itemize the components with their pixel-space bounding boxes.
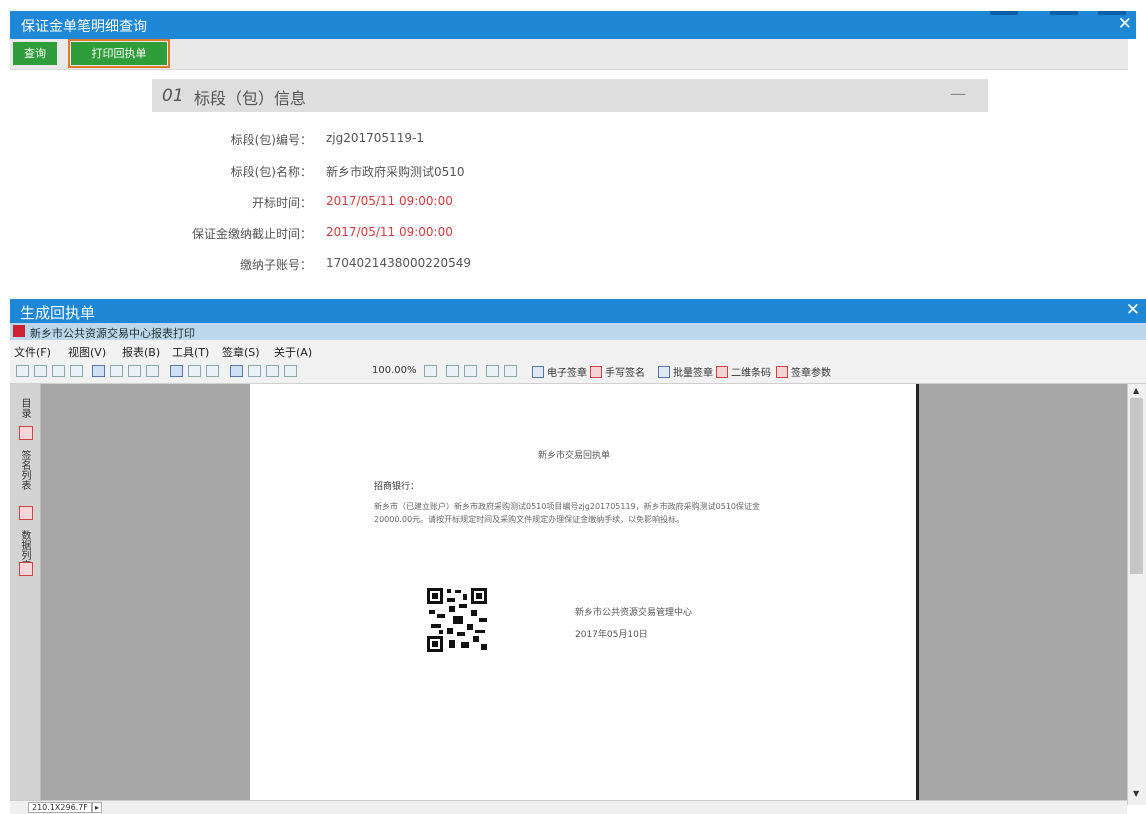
fit-width-icon[interactable] xyxy=(266,365,279,377)
document-viewer: 新乡市交易回执单 招商银行： 新乡市（已建立账户）新乡市政府采购测试0510项目… xyxy=(41,384,1127,805)
seal-params-button[interactable]: 签章参数 xyxy=(776,364,831,379)
query-toolbar: 查询 打印回执单 xyxy=(10,39,1128,70)
stop-icon[interactable] xyxy=(206,365,219,377)
copy-icon[interactable] xyxy=(146,365,159,377)
receipt-window-titlebar: 生成回执单 ✕ xyxy=(10,299,1146,323)
field-row: 缴纳子账号： 17040214380002205​49 xyxy=(150,256,650,272)
close-icon[interactable]: ✕ xyxy=(1126,300,1140,320)
page-setup-icon[interactable] xyxy=(170,365,183,377)
electronic-seal-label: 电子签章 xyxy=(547,368,587,379)
field-value: 2017/05/11 09:00:00 xyxy=(326,194,453,208)
scroll-up-icon[interactable]: ▲ xyxy=(1133,386,1139,395)
vertical-scrollbar[interactable]: ▲ ▼ xyxy=(1127,384,1146,805)
field-label: 缴纳子账号： xyxy=(239,258,312,272)
menu-tools[interactable]: 工具(T) xyxy=(172,344,209,360)
batch-seal-label: 批量签章 xyxy=(673,368,713,379)
section-title: 标段（包）信息 xyxy=(194,89,307,108)
play-icon[interactable] xyxy=(188,365,201,377)
menu-report[interactable]: 报表(B) xyxy=(122,344,160,360)
side-panel: 目录 签名列表 数据列表 xyxy=(10,384,41,805)
print-receipt-button[interactable]: 打印回执单 xyxy=(68,39,170,68)
menu-about[interactable]: 关于(A) xyxy=(274,344,312,360)
query-window-title: 保证金单笔明细查询 xyxy=(21,19,147,35)
report-toolbar: 100.00% 电子签章 手写签名 批量签章 二维条码 签章参数 xyxy=(10,360,1146,384)
field-row: 标段(包)编号： zjg201705119-1 xyxy=(150,131,650,147)
toc-icon xyxy=(19,426,33,440)
query-window-titlebar: 保证金单笔明细查询 ✕ xyxy=(10,11,1136,39)
zoom-in-icon[interactable] xyxy=(424,365,437,377)
zoom-out-icon[interactable] xyxy=(284,365,297,377)
find-icon[interactable] xyxy=(446,365,459,377)
query-button[interactable]: 查询 xyxy=(13,42,57,65)
field-label: 标段(包)名称： xyxy=(230,165,312,179)
find-next-icon[interactable] xyxy=(464,365,477,377)
menu-signature[interactable]: 签章(S) xyxy=(222,344,260,360)
field-row: 标段(包)名称： 新乡市政府采购测试0510 xyxy=(150,163,650,179)
app-logo-icon xyxy=(13,325,25,337)
electronic-seal-button[interactable]: 电子签章 xyxy=(532,364,587,379)
qr-code-image xyxy=(425,586,489,654)
field-value: 新乡市政府采购测试0510 xyxy=(326,165,465,179)
document-salutation: 招商银行： xyxy=(374,482,420,492)
status-arrow-icon[interactable]: ▸ xyxy=(92,802,103,813)
field-label: 标段(包)编号： xyxy=(230,133,312,147)
field-label: 保证金缴纳截止时间： xyxy=(191,227,312,241)
qr-code-label: 二维条码 xyxy=(731,368,771,379)
field-row: 保证金缴纳截止时间： 2017/05/11 09:00:00 xyxy=(150,225,650,241)
batch-seal-button[interactable]: 批量签章 xyxy=(658,364,713,379)
search-icon[interactable] xyxy=(486,365,499,377)
scroll-down-icon[interactable]: ▼ xyxy=(1133,789,1139,798)
menu-bar: 文件(F) 视图(V) 报表(B) 工具(T) 签章(S) 关于(A) xyxy=(10,340,1146,360)
side-tab-toc[interactable]: 目录 xyxy=(18,398,32,418)
field-row: 开标时间： 2017/05/11 09:00:00 xyxy=(150,194,650,210)
handwritten-signature-button[interactable]: 手写签名 xyxy=(590,364,645,379)
save-icon[interactable] xyxy=(128,365,141,377)
menu-file[interactable]: 文件(F) xyxy=(14,344,51,360)
single-page-icon[interactable] xyxy=(230,365,243,377)
field-value: 2017/05/11 09:00:00 xyxy=(326,225,453,239)
document-body: 新乡市（已建立账户）新乡市政府采购测试0510项目编号zjg201705119，… xyxy=(374,502,761,524)
status-bar: 210.1X296.7F ▸ xyxy=(10,800,1127,814)
collapse-icon[interactable]: — xyxy=(950,84,966,103)
first-page-icon[interactable] xyxy=(16,365,29,377)
export-icon[interactable] xyxy=(110,365,123,377)
data-icon xyxy=(19,562,33,576)
two-page-icon[interactable] xyxy=(248,365,261,377)
document-date: 2017年05月10日 xyxy=(575,630,648,640)
next-page-icon[interactable] xyxy=(52,365,65,377)
document-organization: 新乡市公共资源交易管理中心 xyxy=(575,608,693,618)
report-app-bar: 新乡市公共资源交易中心报表打印 xyxy=(10,323,1146,340)
last-page-icon[interactable] xyxy=(70,365,83,377)
section-number: 01 xyxy=(162,86,184,106)
field-value: zjg201705119-1 xyxy=(326,131,424,145)
report-app-title: 新乡市公共资源交易中心报表打印 xyxy=(30,327,195,340)
titlebar-tab-deco xyxy=(990,11,1018,15)
settings-icon[interactable] xyxy=(504,365,517,377)
side-tab-signatures[interactable]: 签名列表 xyxy=(18,450,32,490)
section-header: 01 标段（包）信息 — xyxy=(152,79,988,112)
zoom-level[interactable]: 100.00% xyxy=(372,365,417,376)
field-value: 17040214380002205​49 xyxy=(326,256,472,270)
document-page: 新乡市交易回执单 招商银行： 新乡市（已建立账户）新乡市政府采购测试0510项目… xyxy=(250,384,919,805)
receipt-window-title: 生成回执单 xyxy=(20,304,96,322)
handwritten-signature-label: 手写签名 xyxy=(605,368,645,379)
close-icon[interactable]: ✕ xyxy=(1118,14,1132,34)
print-icon[interactable] xyxy=(92,365,105,377)
scroll-thumb[interactable] xyxy=(1130,398,1143,574)
page-dimensions: 210.1X296.7F xyxy=(28,802,92,813)
document-title: 新乡市交易回执单 xyxy=(538,451,611,461)
prev-page-icon[interactable] xyxy=(34,365,47,377)
signature-icon xyxy=(19,506,33,520)
menu-view[interactable]: 视图(V) xyxy=(68,344,106,360)
seal-params-label: 签章参数 xyxy=(791,368,831,379)
titlebar-tab-deco xyxy=(1050,11,1078,15)
qr-code-button[interactable]: 二维条码 xyxy=(716,364,771,379)
field-label: 开标时间： xyxy=(251,196,312,210)
